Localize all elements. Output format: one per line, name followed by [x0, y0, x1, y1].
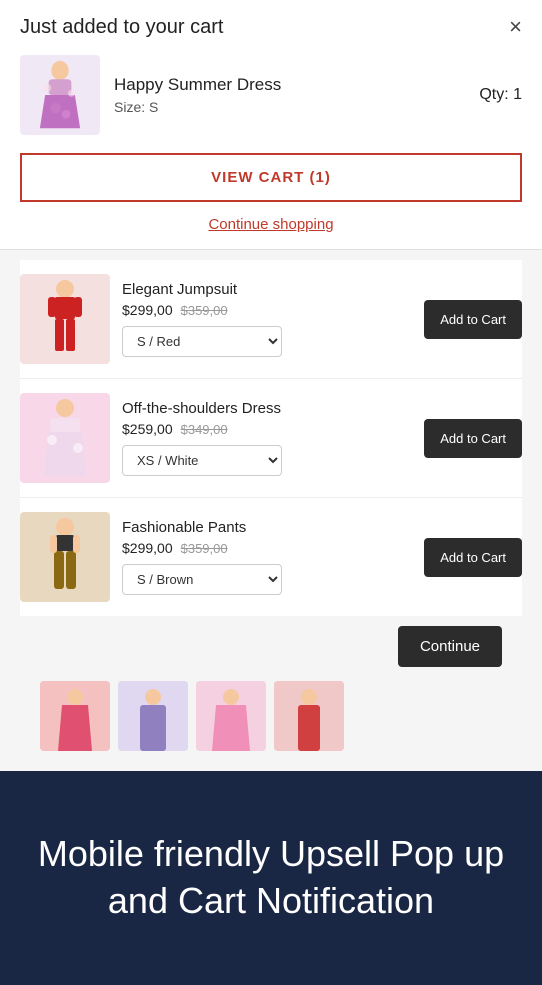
notification-title: Just added to your cart: [20, 16, 223, 39]
price-row-3: $299,00 $359,00: [122, 540, 412, 556]
price-original-2: $349,00: [181, 422, 228, 437]
cart-item-image: [20, 55, 100, 135]
upsell-item-name-1: Elegant Jumpsuit: [122, 281, 412, 298]
hero-title: Mobile friendly Upsell Pop up and Cart N…: [30, 831, 512, 925]
thumbnail-3[interactable]: [196, 681, 266, 751]
notification-header: Just added to your cart ×: [20, 16, 522, 39]
thumbnail-4[interactable]: [274, 681, 344, 751]
price-original-3: $359,00: [181, 541, 228, 556]
upsell-item: Elegant Jumpsuit $299,00 $359,00 S / Red…: [20, 260, 522, 379]
upsell-item-image-3: [20, 512, 110, 602]
price-original-1: $359,00: [181, 303, 228, 318]
close-button[interactable]: ×: [509, 16, 522, 38]
cart-item-qty: Qty: 1: [479, 86, 522, 104]
continue-button[interactable]: Continue: [398, 626, 502, 667]
cart-item-info: Happy Summer Dress Size: S: [114, 75, 465, 115]
cart-item-size: Size: S: [114, 99, 465, 115]
add-to-cart-button-3[interactable]: Add to Cart: [424, 538, 522, 577]
upsell-item-info-2: Off-the-shoulders Dress $259,00 $349,00 …: [122, 400, 412, 476]
hero-section: Mobile friendly Upsell Pop up and Cart N…: [0, 771, 542, 985]
price-row-2: $259,00 $349,00: [122, 421, 412, 437]
add-to-cart-button-2[interactable]: Add to Cart: [424, 419, 522, 458]
upsell-section: Elegant Jumpsuit $299,00 $359,00 S / Red…: [0, 250, 542, 771]
variant-select-2[interactable]: XS / White S / White M / White: [122, 445, 282, 476]
upsell-item-info-3: Fashionable Pants $299,00 $359,00 S / Br…: [122, 519, 412, 595]
thumbnail-strip: [20, 671, 522, 761]
upsell-item-info-1: Elegant Jumpsuit $299,00 $359,00 S / Red…: [122, 281, 412, 357]
variant-select-1[interactable]: S / Red M / Red L / Red: [122, 326, 282, 357]
cart-item-name: Happy Summer Dress: [114, 75, 465, 95]
continue-shopping-link[interactable]: Continue shopping: [20, 216, 522, 249]
upsell-item-3: Fashionable Pants $299,00 $359,00 S / Br…: [20, 498, 522, 616]
price-current-2: $259,00: [122, 421, 173, 437]
view-cart-button[interactable]: VIEW CART (1): [20, 153, 522, 202]
variant-select-3[interactable]: S / Brown M / Brown L / Brown: [122, 564, 282, 595]
upsell-item-name-3: Fashionable Pants: [122, 519, 412, 536]
price-row-1: $299,00 $359,00: [122, 302, 412, 318]
price-current-1: $299,00: [122, 302, 173, 318]
add-to-cart-button-1[interactable]: Add to Cart: [424, 300, 522, 339]
upsell-item-name-2: Off-the-shoulders Dress: [122, 400, 412, 417]
price-current-3: $299,00: [122, 540, 173, 556]
continue-btn-row: Continue: [20, 616, 522, 671]
thumbnail-1[interactable]: [40, 681, 110, 751]
upsell-item-image-2: [20, 393, 110, 483]
notification-panel: Just added to your cart × Happy Summer D…: [0, 0, 542, 250]
upsell-item-2: Off-the-shoulders Dress $259,00 $349,00 …: [20, 379, 522, 498]
upsell-item-image-1: [20, 274, 110, 364]
thumbnail-2[interactable]: [118, 681, 188, 751]
cart-item-row: Happy Summer Dress Size: S Qty: 1: [20, 55, 522, 135]
